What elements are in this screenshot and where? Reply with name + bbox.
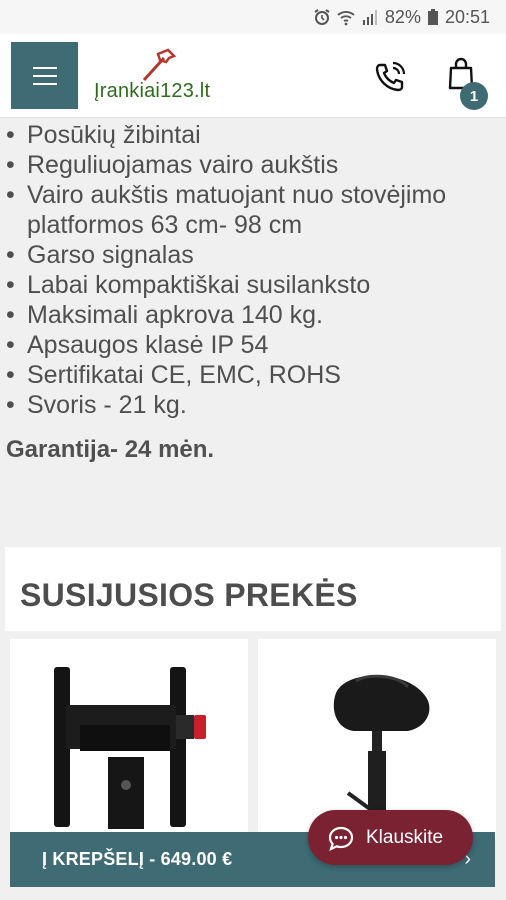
phone-holder-image (54, 667, 206, 829)
spec-item: Apsaugos klasė IP 54 (6, 330, 500, 360)
battery-percent: 82% (384, 6, 421, 27)
alarm-icon (314, 9, 330, 25)
site-logo[interactable]: Įrankiai123.lt (94, 48, 244, 108)
status-bar: 82% 20:51 (0, 0, 506, 34)
cart-count-badge[interactable]: 1 (460, 82, 488, 110)
chat-label: Klauskite (366, 826, 444, 848)
spec-item: Labai kompaktiškai susilanksto (6, 270, 500, 300)
spec-item: Posūkių žibintai (6, 120, 500, 150)
logo-text: Įrankiai123.lt (94, 80, 211, 102)
chat-bubble-icon (328, 826, 354, 851)
hamburger-menu-icon[interactable] (11, 42, 78, 109)
add-to-cart-label: Į KREPŠELĮ - 649.00 € (42, 849, 233, 869)
chat-button[interactable]: Klauskite (308, 810, 473, 865)
related-product-card[interactable] (258, 639, 496, 839)
hammer-icon (142, 48, 177, 82)
spec-item: Vairo aukštis matuojant nuo stovėjimo pl… (6, 180, 500, 240)
related-products-title: SUSIJUSIOS PREKĖS (20, 577, 358, 613)
related-product-card[interactable] (10, 639, 248, 839)
related-products-header: SUSIJUSIOS PREKĖS (5, 547, 501, 631)
spec-item: Garso signalas (6, 240, 500, 270)
clock: 20:51 (444, 6, 490, 27)
spec-item: Maksimali apkrova 140 kg. (6, 300, 500, 330)
spec-item: Sertifikatai CE, EMC, ROHS (6, 360, 500, 390)
signal-icon (362, 10, 377, 25)
spec-item: Reguliuojamas vairo aukštis (6, 150, 500, 180)
spec-item: Svoris - 21 kg. (6, 390, 500, 420)
spec-list: Posūkių žibintai Reguliuojamas vairo auk… (6, 120, 500, 420)
phone-icon[interactable] (372, 59, 408, 95)
warranty-text: Garantija- 24 mėn. (6, 436, 215, 463)
battery-icon (427, 9, 438, 25)
product-specs: Posūkių žibintai Reguliuojamas vairo auk… (6, 118, 500, 420)
site-header: Įrankiai123.lt 1 (0, 34, 506, 118)
wifi-icon (337, 11, 355, 26)
scooter-seat-image (333, 674, 430, 839)
